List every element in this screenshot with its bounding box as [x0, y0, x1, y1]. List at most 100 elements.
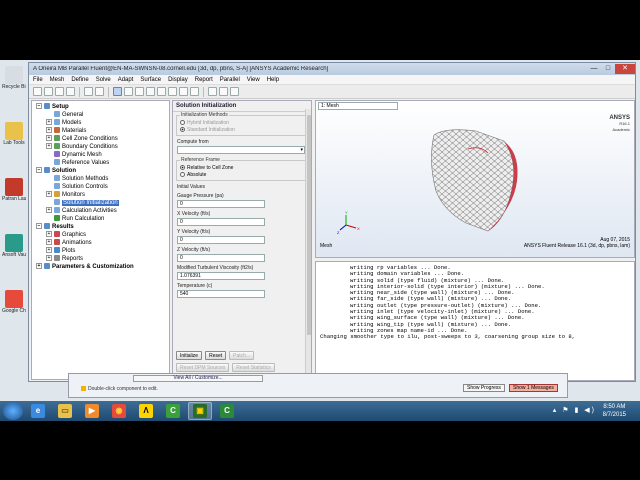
zoom-in-icon[interactable]: [146, 87, 155, 96]
desktop-icon[interactable]: Patran Launcher: [2, 178, 26, 202]
expand-icon[interactable]: +: [46, 191, 52, 198]
minimize-button[interactable]: —: [587, 64, 601, 74]
tree-item-monitors[interactable]: + Monitors: [34, 191, 167, 199]
probe-icon[interactable]: [190, 87, 199, 96]
taskbar-app[interactable]: Λ: [134, 402, 158, 420]
expand-icon[interactable]: +: [46, 255, 52, 262]
close-button[interactable]: ✕: [615, 64, 635, 74]
tree-item-solution-controls[interactable]: Solution Controls: [34, 183, 167, 191]
layout-icon[interactable]: [95, 87, 104, 96]
zoom-box-icon[interactable]: [168, 87, 177, 96]
field-input-5[interactable]: 1.076391: [177, 272, 265, 280]
console-output[interactable]: writing rp variables ... Done. writing do…: [315, 261, 635, 381]
menu-display[interactable]: Display: [168, 77, 188, 83]
scrollbar-thumb[interactable]: [307, 115, 311, 335]
maximize-button[interactable]: □: [601, 64, 615, 74]
menu-solve[interactable]: Solve: [96, 77, 111, 83]
expand-icon[interactable]: +: [46, 135, 52, 142]
menu-mesh[interactable]: Mesh: [50, 77, 65, 83]
tree-item-dynamic-mesh[interactable]: Dynamic Mesh: [34, 151, 167, 159]
tree-item-boundary-conditions[interactable]: + Boundary Conditions: [34, 143, 167, 151]
tree-item-setup[interactable]: − Setup: [34, 103, 167, 111]
expand-icon[interactable]: +: [46, 119, 52, 126]
tree-item-solution-initialization[interactable]: Solution Initialization: [34, 199, 167, 207]
taskbar-app[interactable]: e: [26, 402, 50, 420]
field-input-2[interactable]: 0: [177, 218, 265, 226]
pan-icon[interactable]: [135, 87, 144, 96]
field-input-3[interactable]: 0: [177, 236, 265, 244]
graphics-window[interactable]: 1: Mesh ANSYS R16.1 Academic X Y Z Mesh …: [315, 100, 635, 258]
zoom-out-icon[interactable]: [157, 87, 166, 96]
relative-to-cell-zone-radio[interactable]: Relative to Cell Zone: [180, 164, 304, 171]
tree-item-results[interactable]: − Results: [34, 223, 167, 231]
menu-surface[interactable]: Surface: [140, 77, 161, 83]
menu-report[interactable]: Report: [195, 77, 213, 83]
display-icon[interactable]: [84, 87, 93, 96]
reset-button[interactable]: Reset: [205, 351, 227, 360]
camera-icon[interactable]: [230, 87, 239, 96]
show-progress-button[interactable]: Show Progress: [463, 384, 505, 392]
view-icon[interactable]: [219, 87, 228, 96]
tree-item-solution-methods[interactable]: Solution Methods: [34, 175, 167, 183]
save-icon[interactable]: [55, 87, 64, 96]
standard-init-radio[interactable]: Standard Initialization: [180, 126, 304, 133]
system-tray[interactable]: ▴ ⚑ ▮ ◀): [553, 406, 596, 414]
menu-view[interactable]: View: [247, 77, 260, 83]
desktop-icon[interactable]: Recycle Bin: [2, 66, 26, 90]
tree-item-cell-zone-conditions[interactable]: + Cell Zone Conditions: [34, 135, 167, 143]
expand-icon[interactable]: +: [36, 263, 42, 270]
menu-adapt[interactable]: Adapt: [118, 77, 134, 83]
tree-item-parameters-customization[interactable]: + Parameters & Customization: [34, 263, 167, 271]
taskbar-app[interactable]: ▶: [80, 402, 104, 420]
collapse-icon[interactable]: −: [36, 223, 42, 230]
taskbar-app[interactable]: ▭: [53, 402, 77, 420]
collapse-icon[interactable]: −: [36, 103, 42, 110]
tree-item-reference-values[interactable]: Reference Values: [34, 159, 167, 167]
tree-item-graphics[interactable]: + Graphics: [34, 231, 167, 239]
expand-icon[interactable]: +: [46, 207, 52, 214]
tree-item-animations[interactable]: + Animations: [34, 239, 167, 247]
taskbar-app[interactable]: ◉: [107, 402, 131, 420]
desktop-icon[interactable]: Lab Tools: [2, 122, 26, 146]
rotate-icon[interactable]: [124, 87, 133, 96]
absolute-radio[interactable]: Absolute: [180, 171, 304, 178]
patch-button[interactable]: Patch...: [229, 351, 255, 360]
menu-help[interactable]: Help: [267, 77, 279, 83]
desktop-icon[interactable]: Google Chrome: [2, 290, 26, 314]
tree-item-run-calculation[interactable]: Run Calculation: [34, 215, 167, 223]
panel-scrollbar[interactable]: [305, 109, 311, 379]
tree-item-plots[interactable]: + Plots: [34, 247, 167, 255]
view-all-customize-button[interactable]: View All / Customize...: [133, 375, 263, 382]
tree-item-reports[interactable]: + Reports: [34, 255, 167, 263]
menu-parallel[interactable]: Parallel: [220, 77, 240, 83]
initialize-button[interactable]: Initialize: [176, 351, 203, 360]
compute-from-dropdown[interactable]: ▾: [177, 146, 305, 154]
tree-item-models[interactable]: + Models: [34, 119, 167, 127]
field-input-4[interactable]: 0: [177, 254, 265, 262]
taskbar-app[interactable]: C: [215, 402, 239, 420]
open-file-icon[interactable]: [44, 87, 53, 96]
expand-icon[interactable]: +: [46, 127, 52, 134]
pointer-icon[interactable]: [113, 87, 122, 96]
tree-item-materials[interactable]: + Materials: [34, 127, 167, 135]
taskbar-app[interactable]: C: [161, 402, 185, 420]
field-input-6[interactable]: 540: [177, 290, 265, 298]
expand-icon[interactable]: +: [46, 239, 52, 246]
expand-icon[interactable]: +: [46, 247, 52, 254]
fit-to-window-icon[interactable]: [179, 87, 188, 96]
menu-define[interactable]: Define: [71, 77, 88, 83]
reset-statistics-button[interactable]: Reset Statistics: [232, 363, 275, 372]
expand-icon[interactable]: +: [46, 231, 52, 238]
new-file-icon[interactable]: [33, 87, 42, 96]
help-icon[interactable]: [66, 87, 75, 96]
clock[interactable]: 8:50 AM 8/7/2015: [603, 403, 626, 419]
taskbar-app[interactable]: ▣: [188, 402, 212, 420]
start-button[interactable]: [3, 402, 23, 420]
light-icon[interactable]: [208, 87, 217, 96]
hybrid-init-radio[interactable]: Hybrid Initialization: [180, 119, 304, 126]
show-messages-button[interactable]: Show 1 Messages: [509, 384, 558, 392]
expand-icon[interactable]: +: [46, 143, 52, 150]
desktop-icon[interactable]: Ansoft Vault 2: [2, 234, 26, 258]
field-input-1[interactable]: 0: [177, 200, 265, 208]
tree-item-general[interactable]: General: [34, 111, 167, 119]
